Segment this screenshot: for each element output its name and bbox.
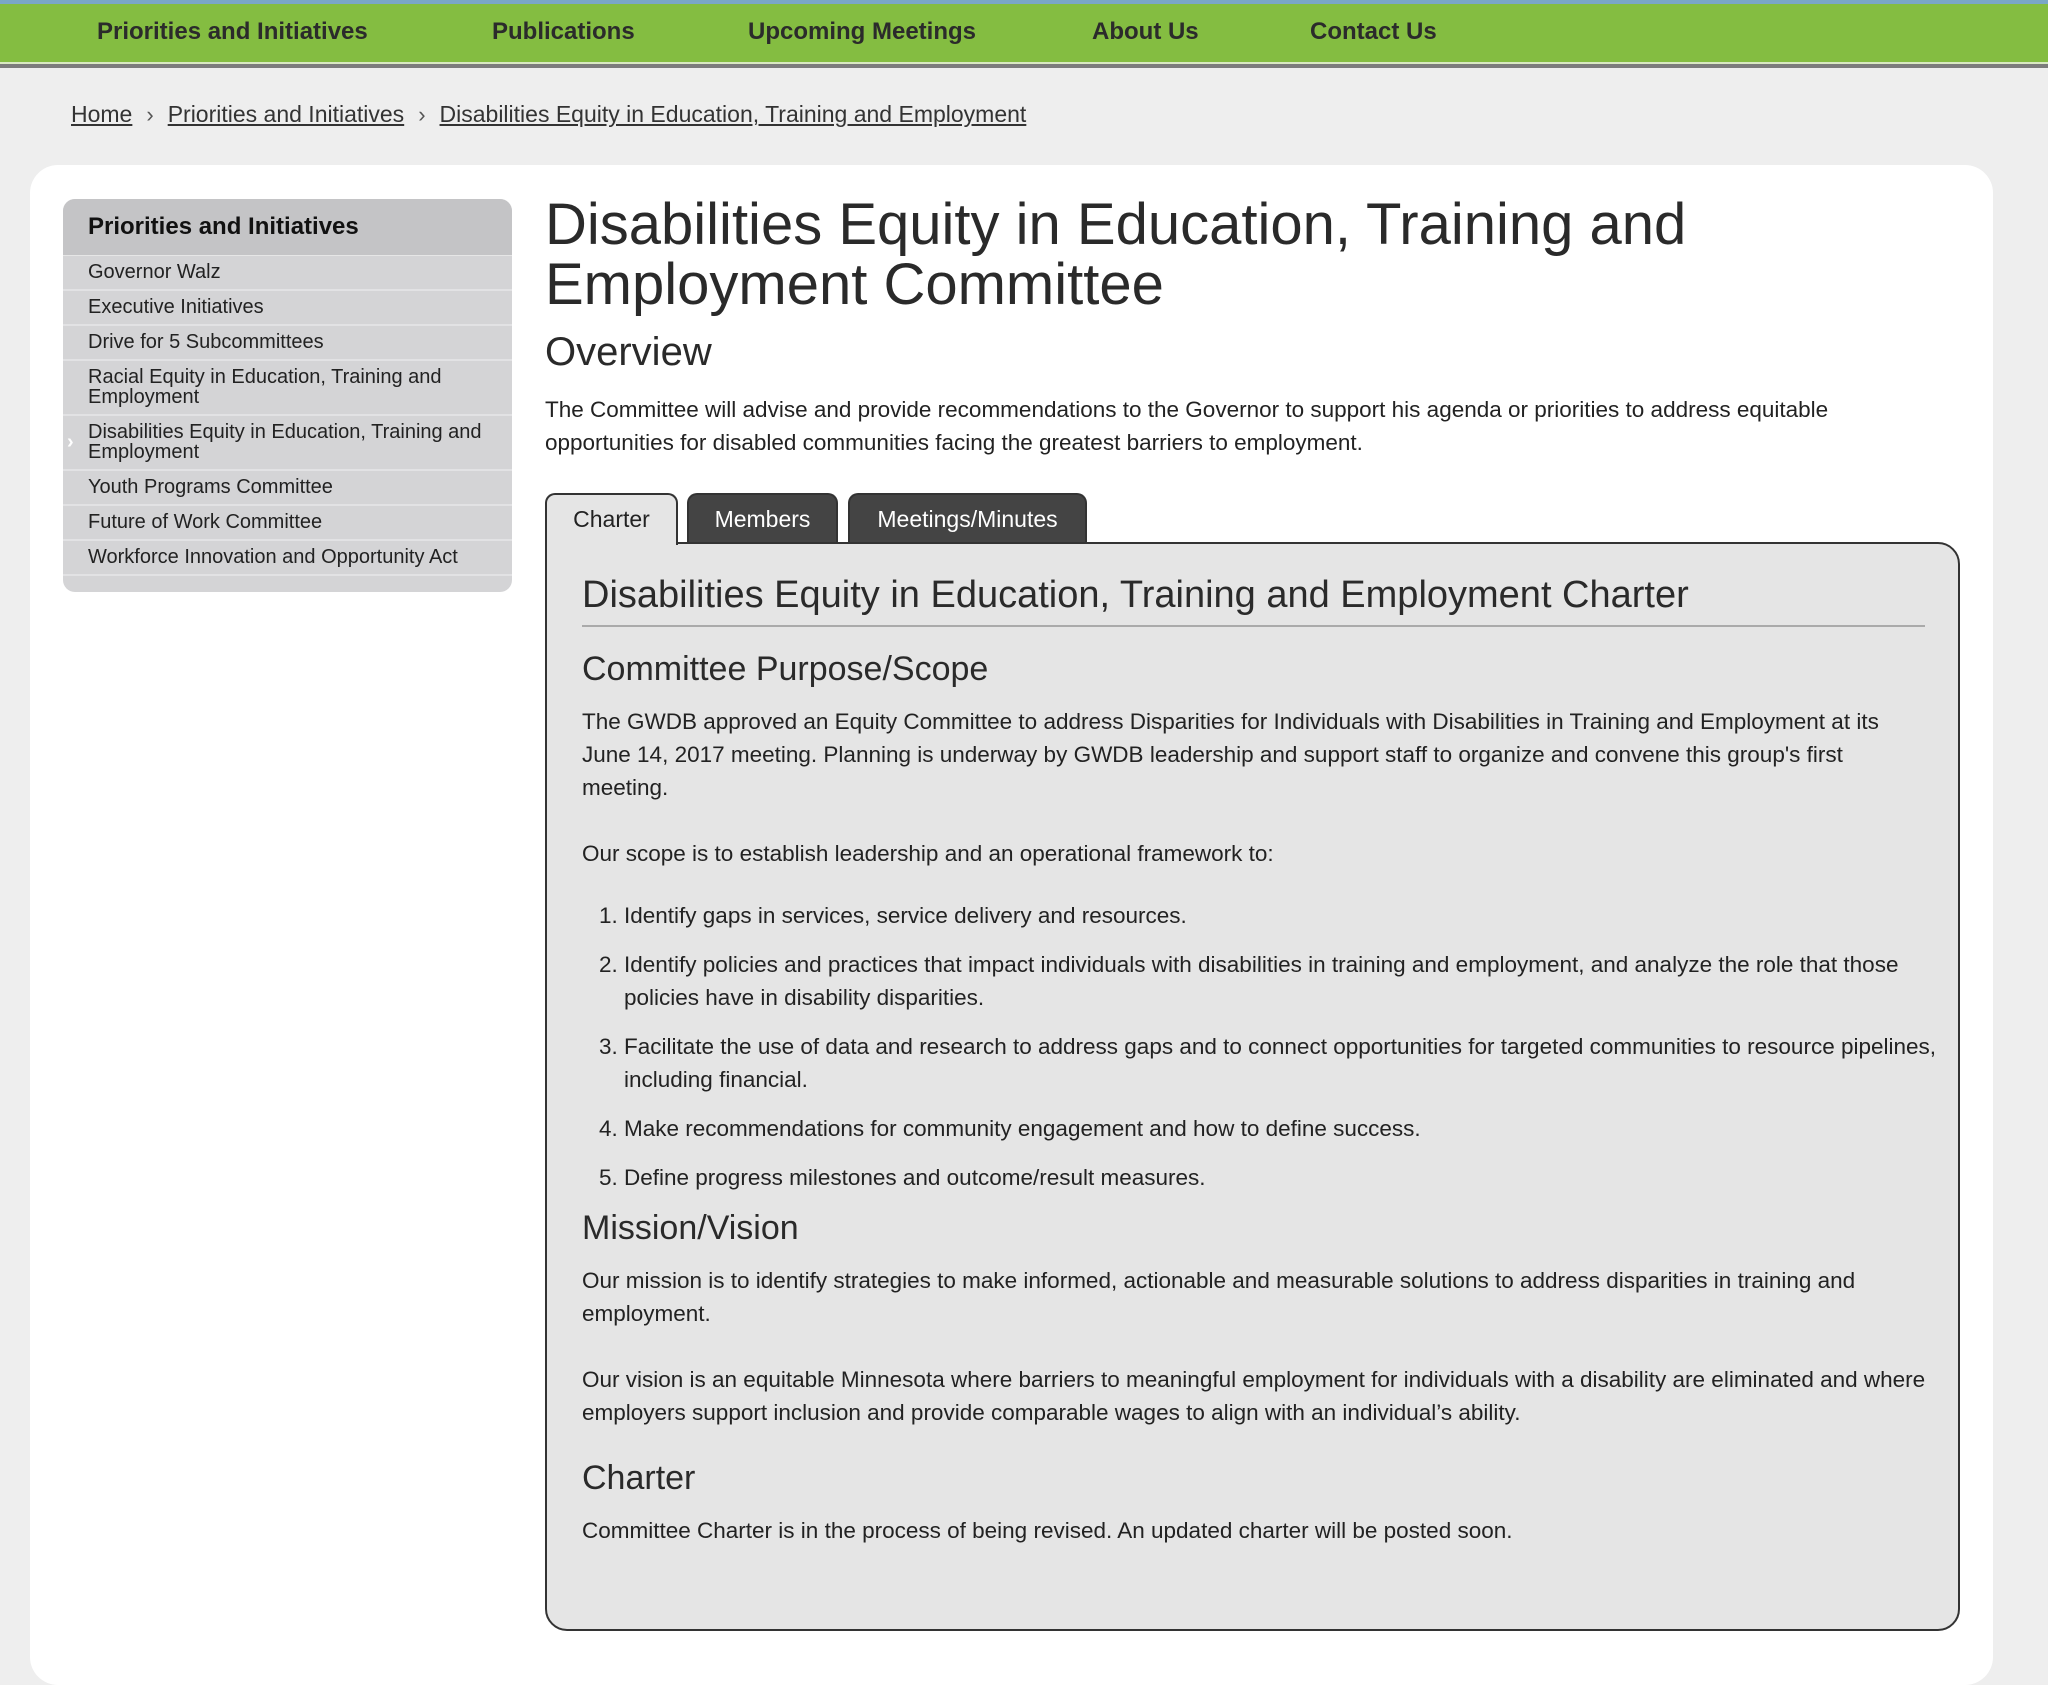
top-navigation-bar: Priorities and Initiatives Publications …: [0, 0, 2048, 68]
sidebar-item-label: Disabilities Equity in Education, Traini…: [88, 421, 482, 463]
sidebar-item-label: Future of Work Committee: [88, 511, 323, 533]
nav-item-priorities[interactable]: Priorities and Initiatives: [97, 18, 368, 46]
sidebar-item-youth-programs[interactable]: Youth Programs Committee: [63, 471, 512, 506]
chevron-right-icon: ›: [67, 431, 74, 453]
charter-heading: Charter: [582, 1459, 696, 1497]
sidebar-item-drive-for-5[interactable]: Drive for 5 Subcommittees: [63, 326, 512, 361]
sidebar-item-label: Governor Walz: [88, 261, 221, 283]
sidebar-heading: Priorities and Initiatives: [63, 199, 512, 256]
sidebar-item-label: Executive Initiatives: [88, 296, 264, 318]
breadcrumb-current-link[interactable]: Disabilities Equity in Education, Traini…: [440, 101, 1027, 127]
sidebar-item-label: Youth Programs Committee: [88, 476, 333, 498]
overview-text: The Committee will advise and provide re…: [545, 397, 1829, 455]
list-item: Define progress milestones and outcome/r…: [624, 1161, 1969, 1194]
mission-vision-heading: Mission/Vision: [582, 1209, 799, 1247]
tab-charter[interactable]: Charter: [545, 493, 678, 545]
breadcrumb: Home › Priorities and Initiatives › Disabili…: [71, 101, 1026, 128]
tab-meetings-minutes[interactable]: Meetings/Minutes: [848, 493, 1087, 543]
nav-item-publications[interactable]: Publications: [492, 18, 635, 46]
sidebar-item-governor-walz[interactable]: Governor Walz: [63, 256, 512, 291]
sidebar-nav: Priorities and Initiatives Governor Walz…: [63, 199, 512, 592]
tab-members[interactable]: Members: [687, 493, 838, 543]
purpose-text: The GWDB approved an Equity Committee to…: [582, 709, 1879, 800]
overview-heading: Overview: [545, 330, 712, 374]
breadcrumb-separator-icon: ›: [418, 102, 426, 127]
list-item: Identify gaps in services, service deliv…: [624, 899, 1969, 932]
list-item: Make recommendations for community engag…: [624, 1112, 1969, 1145]
sidebar-item-future-of-work[interactable]: Future of Work Committee: [63, 506, 512, 541]
nav-highlight-line: [0, 62, 2048, 64]
breadcrumb-separator-icon: ›: [146, 102, 154, 127]
nav-item-upcoming-meetings[interactable]: Upcoming Meetings: [748, 18, 976, 46]
vision-text: Our vision is an equitable Minnesota whe…: [582, 1367, 1926, 1425]
charter-title: Disabilities Equity in Education, Traini…: [582, 574, 1925, 627]
breadcrumb-home-link[interactable]: Home: [71, 101, 132, 127]
nav-item-about-us[interactable]: About Us: [1092, 18, 1199, 46]
sidebar-item-label: Drive for 5 Subcommittees: [88, 331, 324, 353]
sidebar-item-racial-equity[interactable]: Racial Equity in Education, Training and…: [63, 361, 512, 416]
list-item: Identify policies and practices that imp…: [624, 948, 1969, 1014]
mission-text: Our mission is to identify strategies to…: [582, 1268, 1856, 1326]
charter-text: Committee Charter is in the process of b…: [582, 1518, 1513, 1543]
sidebar-item-label: Workforce Innovation and Opportunity Act: [88, 546, 458, 568]
sidebar-item-wioa[interactable]: Workforce Innovation and Opportunity Act: [63, 541, 512, 576]
scope-intro-text: Our scope is to establish leadership and…: [582, 841, 1274, 866]
list-item: Facilitate the use of data and research …: [624, 1030, 1969, 1096]
charter-tab-panel: Disabilities Equity in Education, Traini…: [545, 542, 1960, 1631]
sidebar-item-label: Racial Equity in Education, Training and…: [88, 366, 442, 408]
scope-list: Identify gaps in services, service deliv…: [582, 899, 1969, 1210]
sidebar-item-disabilities-equity[interactable]: › Disabilities Equity in Education, Train…: [63, 416, 512, 471]
page-title: Disabilities Equity in Education, Traini…: [545, 192, 1687, 317]
purpose-heading: Committee Purpose/Scope: [582, 650, 989, 688]
breadcrumb-priorities-link[interactable]: Priorities and Initiatives: [168, 101, 405, 127]
nav-item-contact-us[interactable]: Contact Us: [1310, 18, 1437, 46]
sidebar-item-executive-initiatives[interactable]: Executive Initiatives: [63, 291, 512, 326]
